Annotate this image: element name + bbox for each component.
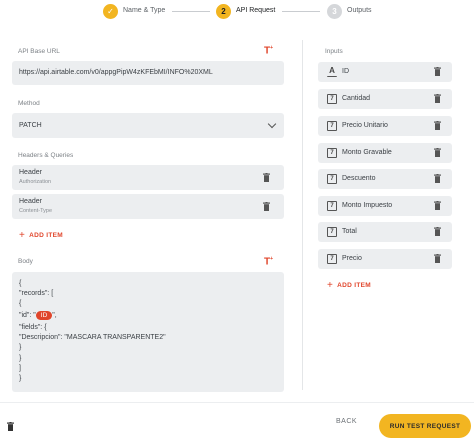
code-line: { — [19, 280, 22, 287]
run-test-request-button[interactable]: RUN TEST REQUEST — [379, 414, 471, 438]
api-base-url-input[interactable]: https://api.airtable.com/v0/appgPipW4zKF… — [12, 61, 284, 85]
code-line: } — [19, 355, 22, 362]
trash-icon[interactable] — [263, 173, 270, 182]
id-variable-chip[interactable]: ID — [35, 311, 53, 320]
text-icon: A — [327, 67, 337, 77]
code-line: "records": [ — [19, 290, 54, 297]
step-name-type[interactable]: Name & Type — [123, 7, 165, 14]
input-item-label: Precio Unitario — [342, 122, 388, 129]
trash-icon[interactable] — [434, 254, 441, 263]
chevron-down-icon — [267, 119, 277, 129]
id-suffix-text: ", — [52, 312, 57, 319]
trash-icon[interactable] — [434, 121, 441, 130]
trash-icon[interactable] — [263, 202, 270, 211]
input-item-label: Descuento — [342, 175, 376, 182]
header-item-title: Header — [19, 198, 42, 205]
step-connector — [172, 11, 210, 12]
method-label: Method — [18, 100, 40, 107]
input-item-label: Total — [342, 228, 357, 235]
add-header-button[interactable]: + ADD ITEM — [19, 229, 63, 241]
step-outputs[interactable]: Outputs — [347, 7, 372, 14]
input-item[interactable]: 7 Total — [318, 222, 452, 242]
trash-icon[interactable] — [434, 67, 441, 76]
header-item[interactable]: Header Content-Type — [12, 194, 284, 219]
trash-icon[interactable] — [434, 148, 441, 157]
input-item[interactable]: 7 Descuento — [318, 169, 452, 189]
input-item-label: Monto Impuesto — [342, 202, 393, 209]
trash-icon[interactable] — [434, 201, 441, 210]
input-item-label: ID — [342, 68, 349, 75]
code-line: "Descripcion": "MASCARA TRANSPARENTE2" — [19, 334, 166, 341]
check-icon[interactable]: ✓ — [103, 4, 118, 19]
number-icon: 7 — [327, 174, 337, 184]
header-item-subtitle: Authorization — [19, 179, 52, 185]
step-connector — [282, 11, 320, 12]
code-line-id: "id": " ID ", — [19, 311, 57, 320]
input-item-label: Monto Gravable — [342, 149, 392, 156]
add-header-label: ADD ITEM — [29, 232, 63, 239]
stepper: ✓ Name & Type 2 API Request 3 Outputs — [0, 0, 474, 26]
body-editor[interactable]: { "records": [ { "id": " ID ", "fields": {… — [12, 272, 284, 392]
insert-variable-icon[interactable]: T+ — [264, 256, 273, 267]
header-item[interactable]: Header Authorization — [12, 165, 284, 190]
input-item[interactable]: 7 Monto Gravable — [318, 143, 452, 163]
insert-variable-icon[interactable]: T+ — [264, 45, 273, 56]
input-item[interactable]: 7 Cantidad — [318, 89, 452, 109]
input-item[interactable]: 7 Precio — [318, 249, 452, 269]
header-item-subtitle: Content-Type — [19, 208, 53, 214]
number-icon: 7 — [327, 148, 337, 158]
code-line: } — [19, 344, 22, 351]
method-value: PATCH — [19, 122, 42, 129]
step-api-request[interactable]: API Request — [236, 7, 275, 14]
add-input-button[interactable]: + ADD ITEM — [327, 279, 371, 291]
plus-icon: + — [327, 280, 334, 291]
inputs-label: Inputs — [325, 48, 343, 55]
headers-label: Headers & Queries — [18, 152, 74, 159]
method-select[interactable]: PATCH — [12, 113, 284, 138]
input-item-label: Cantidad — [342, 95, 371, 102]
trash-icon[interactable] — [434, 94, 441, 103]
trash-icon[interactable] — [434, 174, 441, 183]
id-key-text: "id": " — [19, 312, 36, 319]
header-item-title: Header — [19, 169, 42, 176]
input-item-label: Precio — [342, 255, 362, 262]
footer-divider — [0, 402, 474, 403]
step-number-2[interactable]: 2 — [216, 4, 231, 19]
trash-icon[interactable] — [434, 227, 441, 236]
code-line: ] — [19, 365, 21, 372]
number-icon: 7 — [327, 254, 337, 264]
add-input-label: ADD ITEM — [337, 282, 371, 289]
body-label: Body — [18, 258, 33, 265]
input-item[interactable]: 7 Precio Unitario — [318, 116, 452, 136]
api-base-url-label: API Base URL — [18, 48, 60, 55]
number-icon: 7 — [327, 121, 337, 131]
back-button[interactable]: BACK — [336, 418, 357, 425]
number-icon: 7 — [327, 201, 337, 211]
plus-icon: + — [19, 230, 26, 241]
column-divider — [302, 40, 303, 390]
input-item[interactable]: A ID — [318, 62, 452, 82]
code-line: { — [19, 300, 22, 307]
api-base-url-value: https://api.airtable.com/v0/appgPipW4zKF… — [19, 69, 213, 76]
input-item[interactable]: 7 Monto Impuesto — [318, 196, 452, 216]
number-icon: 7 — [327, 227, 337, 237]
code-line: "fields": { — [19, 324, 47, 331]
number-icon: 7 — [327, 94, 337, 104]
code-line: } — [19, 375, 22, 382]
trash-icon[interactable] — [7, 422, 14, 431]
step-number-3[interactable]: 3 — [327, 4, 342, 19]
